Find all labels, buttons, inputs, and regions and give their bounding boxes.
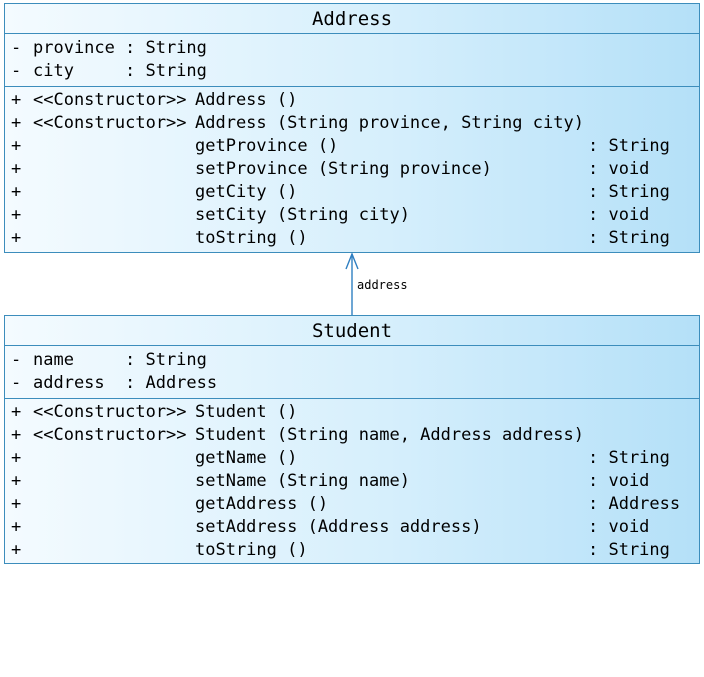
operation-row: + setCity (String city) : void: [5, 204, 699, 227]
visibility-private: -: [11, 373, 22, 393]
address-class-box[interactable]: Address - province : String - city : Str…: [4, 3, 700, 253]
operation-signature: setAddress (Address address): [195, 517, 482, 537]
attributes-section: - province : String - city : String: [5, 34, 699, 87]
operation-signature: setProvince (String province): [195, 159, 492, 179]
operation-row: + toString () : String: [5, 539, 699, 562]
visibility-public: +: [11, 471, 22, 491]
visibility-public: +: [11, 540, 22, 560]
operation-return-type: : void: [588, 471, 650, 491]
visibility-private: -: [11, 38, 22, 58]
attributes-section: - name : String - address : Address: [5, 346, 699, 399]
association-label: address: [357, 278, 408, 292]
operation-row: + toString () : String: [5, 227, 699, 250]
attribute-row: - city : String: [5, 60, 699, 83]
visibility-private: -: [11, 350, 22, 370]
operation-row: + getAddress () : Address: [5, 493, 699, 516]
operation-signature: toString (): [195, 540, 308, 560]
visibility-public: +: [11, 159, 22, 179]
operation-row: + <<Constructor>> Student (String name, …: [5, 424, 699, 447]
operation-return-type: : void: [588, 205, 650, 225]
operation-row: + setProvince (String province) : void: [5, 158, 699, 181]
operation-signature: getAddress (): [195, 494, 329, 514]
visibility-public: +: [11, 90, 22, 110]
attribute-row: - name : String: [5, 349, 699, 372]
operation-return-type: : void: [588, 517, 650, 537]
operation-signature: getCity (): [195, 182, 298, 202]
visibility-public: +: [11, 448, 22, 468]
operation-return-type: : String: [588, 540, 670, 560]
operation-stereotype: <<Constructor>>: [33, 402, 187, 422]
operation-row: + setName (String name) : void: [5, 470, 699, 493]
operation-signature: toString (): [195, 228, 308, 248]
operation-return-type: : Address: [588, 494, 681, 514]
attribute-row: - address : Address: [5, 372, 699, 395]
operation-row: + getCity () : String: [5, 181, 699, 204]
visibility-public: +: [11, 205, 22, 225]
attribute-type: : String: [125, 61, 207, 81]
operations-section: + <<Constructor>> Student () + <<Constru…: [5, 399, 699, 562]
operation-return-type: : String: [588, 228, 670, 248]
operation-signature: setCity (String city): [195, 205, 410, 225]
visibility-public: +: [11, 494, 22, 514]
operation-row: + setAddress (Address address) : void: [5, 516, 699, 539]
visibility-public: +: [11, 182, 22, 202]
attribute-name: city: [33, 61, 74, 81]
visibility-public: +: [11, 136, 22, 156]
operation-row: + <<Constructor>> Address (): [5, 89, 699, 112]
attribute-name: address: [33, 373, 105, 393]
visibility-public: +: [11, 402, 22, 422]
visibility-public: +: [11, 517, 22, 537]
attribute-name: name: [33, 350, 74, 370]
operation-stereotype: <<Constructor>>: [33, 90, 187, 110]
visibility-public: +: [11, 113, 22, 133]
attribute-type: : String: [125, 38, 207, 58]
operation-return-type: : void: [588, 159, 650, 179]
operations-section: + <<Constructor>> Address () + <<Constru…: [5, 87, 699, 250]
attribute-type: : String: [125, 350, 207, 370]
operation-signature: getProvince (): [195, 136, 339, 156]
visibility-private: -: [11, 61, 22, 81]
visibility-public: +: [11, 425, 22, 445]
operation-stereotype: <<Constructor>>: [33, 425, 187, 445]
operation-signature: setName (String name): [195, 471, 410, 491]
operation-return-type: : String: [588, 448, 670, 468]
visibility-public: +: [11, 228, 22, 248]
class-name: Address: [5, 4, 699, 34]
operation-signature: Student (): [195, 402, 298, 422]
operation-return-type: : String: [588, 136, 670, 156]
operation-signature: Address (): [195, 90, 298, 110]
attribute-row: - province : String: [5, 37, 699, 60]
student-class-box[interactable]: Student - name : String - address : Addr…: [4, 315, 700, 564]
operation-row: + <<Constructor>> Address (String provin…: [5, 112, 699, 135]
class-name: Student: [5, 316, 699, 346]
operation-row: + <<Constructor>> Student (): [5, 401, 699, 424]
operation-return-type: : String: [588, 182, 670, 202]
operation-stereotype: <<Constructor>>: [33, 113, 187, 133]
navigability-arrowhead-icon: [345, 252, 359, 270]
operation-row: + getName () : String: [5, 447, 699, 470]
operation-signature: Address (String province, String city): [195, 113, 584, 133]
operation-signature: Student (String name, Address address): [195, 425, 584, 445]
operation-row: + getProvince () : String: [5, 135, 699, 158]
operation-signature: getName (): [195, 448, 298, 468]
attribute-type: : Address: [125, 373, 218, 393]
attribute-name: province: [33, 38, 115, 58]
